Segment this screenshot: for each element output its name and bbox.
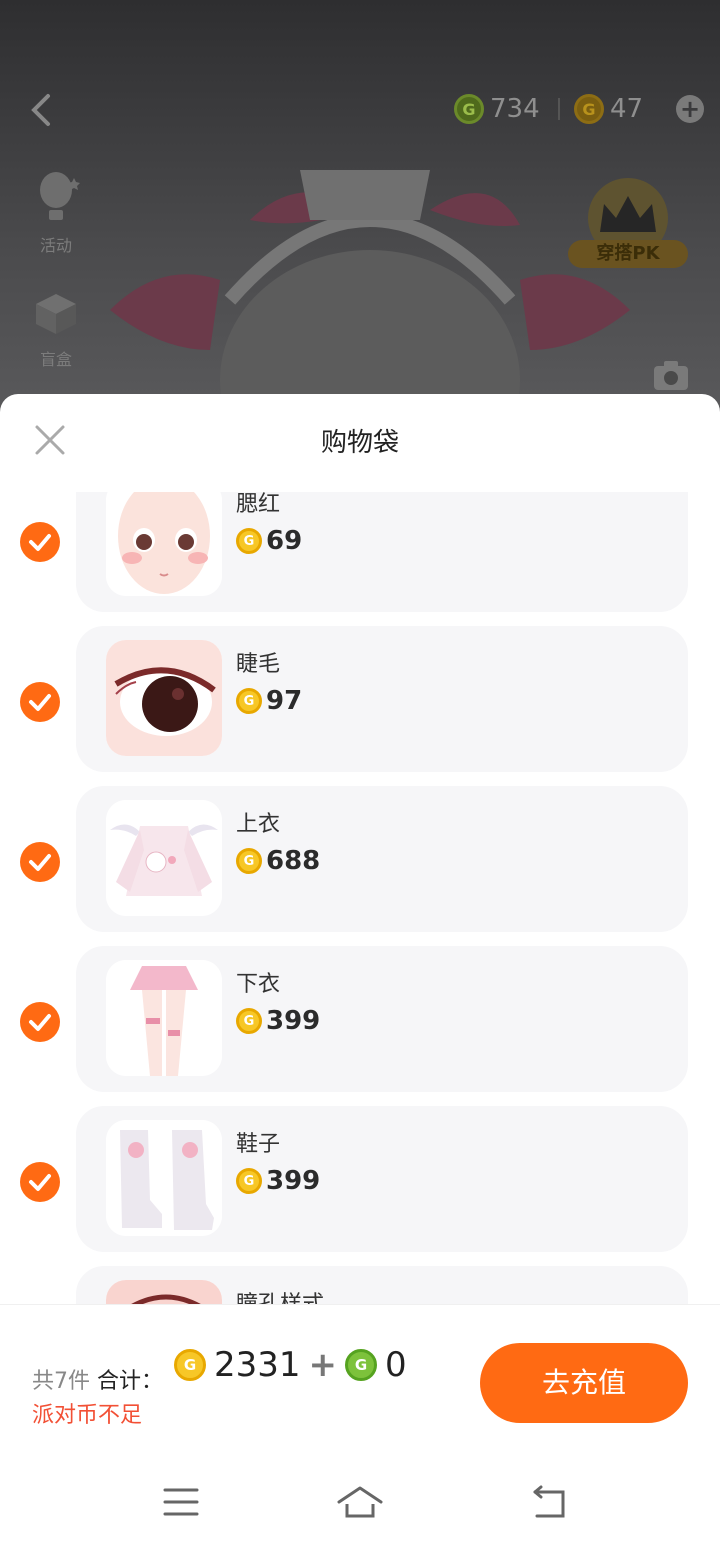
party-coin-icon: G (236, 1008, 262, 1034)
pupil-eye-thumbnail (106, 1280, 222, 1304)
item-card: 瞳孔样式 (76, 1266, 688, 1304)
item-name: 鞋子 (236, 1132, 281, 1157)
item-name: 上衣 (236, 812, 281, 837)
party-coin-total: 2331 (214, 1345, 301, 1385)
gift-box-icon (36, 294, 76, 334)
white-boots-thumbnail (106, 1120, 222, 1236)
item-card: 鞋子 G 399 (76, 1106, 688, 1252)
checkmark-icon (29, 854, 51, 871)
item-count: 共7件 (32, 1369, 90, 1394)
activity-button[interactable]: 活动 (24, 168, 88, 256)
cart-item[interactable]: 瞳孔样式 (0, 1266, 720, 1304)
checkmark-icon (29, 694, 51, 711)
item-name: 腮红 (236, 492, 281, 517)
blush-face-thumbnail (106, 492, 222, 596)
party-coin-icon: G (236, 688, 262, 714)
item-checkbox[interactable] (20, 522, 60, 562)
green-coin-balance: G 734 (454, 92, 540, 126)
party-coin-icon: G (174, 1349, 206, 1381)
item-checkbox[interactable] (20, 1162, 60, 1202)
checkmark-icon (29, 534, 51, 551)
eyelash-eye-thumbnail (106, 640, 222, 756)
party-coin-icon: G (236, 1168, 262, 1194)
item-name: 下衣 (236, 972, 281, 997)
insufficient-balance-warning: 派对币不足 (32, 1403, 143, 1428)
cart-item[interactable]: 下衣 G 399 (0, 946, 720, 1092)
item-price: G 399 (236, 1166, 320, 1196)
back-button[interactable] (22, 88, 62, 132)
item-checkbox[interactable] (20, 682, 60, 722)
item-price: G 69 (236, 526, 302, 556)
green-coin-icon: G (345, 1349, 378, 1381)
checkout-bar: 共7件 合计： G 2331 + G 0 派对币不足 去充值 (0, 1304, 720, 1444)
party-coin-count: 47 (610, 94, 644, 124)
party-coin-balance: G 47 (574, 92, 643, 126)
checkmark-icon (29, 1014, 51, 1031)
item-card: 腮红 G 69 (76, 492, 688, 612)
sheet-title: 购物袋 (320, 428, 399, 458)
item-name: 睫毛 (236, 652, 281, 677)
party-coin-icon: G (236, 848, 262, 874)
blindbox-button[interactable]: 盲盒 (24, 282, 88, 370)
party-coin-icon: G (574, 94, 604, 124)
pink-top-thumbnail (106, 800, 222, 916)
cart-item-list[interactable]: 腮红 G 69 睫毛 G 97 上衣 G 688 下衣 G 399 鞋子 G 3… (0, 492, 720, 1304)
item-card: 上衣 G 688 (76, 786, 688, 932)
item-name: 瞳孔样式 (236, 1286, 324, 1304)
chevron-left-icon (31, 94, 50, 126)
return-icon (533, 1485, 565, 1518)
shopping-bag-sheet: 购物袋 腮红 G 69 睫毛 G 97 上衣 G 688 下衣 G 399 鞋子… (0, 394, 720, 1544)
avatar-preview (110, 170, 630, 420)
activity-label: 活动 (39, 236, 72, 255)
system-navigation-bar (0, 1444, 720, 1544)
item-price: G 688 (236, 846, 320, 876)
cart-item[interactable]: 睫毛 G 97 (0, 626, 720, 772)
item-count-line: 共7件 合计： (32, 1363, 163, 1395)
camera-icon[interactable] (652, 360, 690, 392)
item-price-value: 399 (266, 1166, 321, 1196)
pink-skirt-thumbnail (106, 960, 222, 1076)
system-back-button[interactable] (525, 1484, 575, 1520)
cart-item[interactable]: 上衣 G 688 (0, 786, 720, 932)
item-card: 下衣 G 399 (76, 946, 688, 1092)
item-price-value: 69 (266, 526, 303, 556)
checkmark-icon (29, 1174, 51, 1191)
plus-sign: + (308, 1345, 338, 1385)
menu-icon (163, 1488, 199, 1516)
item-checkbox[interactable] (20, 842, 60, 882)
currency-divider (558, 98, 560, 120)
item-price-value: 399 (266, 1006, 321, 1036)
menu-button[interactable] (156, 1484, 206, 1520)
party-coin-icon: G (236, 528, 262, 554)
item-card: 睫毛 G 97 (76, 626, 688, 772)
add-currency-icon[interactable]: + (676, 95, 704, 123)
item-price: G 399 (236, 1006, 320, 1036)
item-price: G 97 (236, 686, 302, 716)
outfit-pk-button[interactable]: 穿搭PK (568, 240, 688, 268)
home-button[interactable] (335, 1484, 385, 1520)
cart-item[interactable]: 鞋子 G 399 (0, 1106, 720, 1252)
green-coin-icon: G (454, 94, 484, 124)
total-amount: G 2331 + G 0 (174, 1345, 407, 1385)
blindbox-label: 盲盒 (39, 350, 72, 369)
green-coin-total: 0 (385, 1345, 407, 1385)
recharge-button[interactable]: 去充值 (480, 1343, 688, 1423)
total-label: 合计： (97, 1369, 164, 1394)
home-icon (337, 1486, 383, 1518)
cart-item[interactable]: 腮红 G 69 (0, 492, 720, 612)
green-coin-count: 734 (490, 94, 540, 124)
item-price-value: 97 (266, 686, 303, 716)
game-background: G 734 G 47 + 活动 盲盒 穿搭PK (0, 0, 720, 420)
item-price-value: 688 (266, 846, 321, 876)
item-checkbox[interactable] (20, 1002, 60, 1042)
hot-air-balloon-icon (40, 172, 80, 220)
sheet-header: 购物袋 (0, 394, 720, 490)
